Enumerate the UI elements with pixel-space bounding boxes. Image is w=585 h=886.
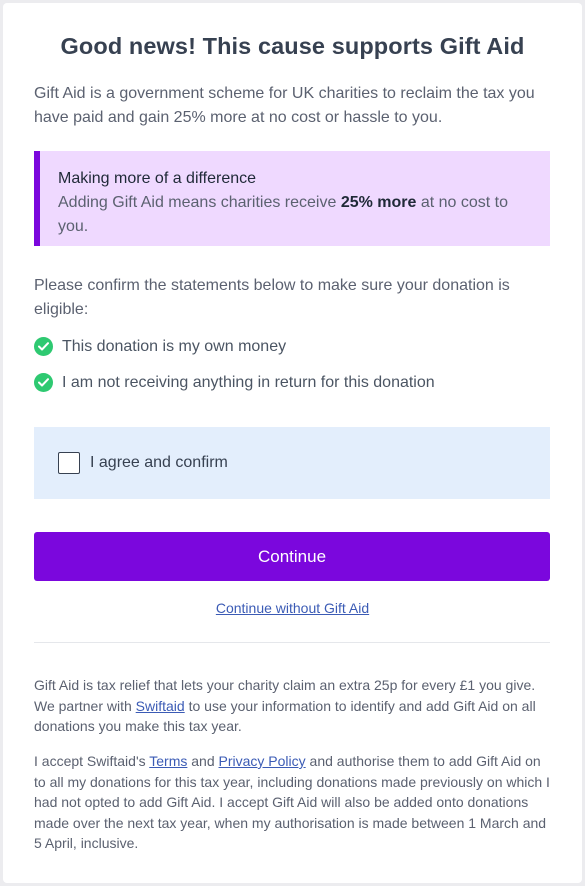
- fine-print-2-start: I accept Swiftaid's: [34, 753, 150, 769]
- continue-without-gift-aid-link[interactable]: Continue without Gift Aid: [3, 600, 582, 616]
- agree-checkbox[interactable]: [58, 452, 80, 474]
- gift-aid-card: Good news! This cause supports Gift Aid …: [3, 3, 582, 883]
- callout-body: Adding Gift Aid means charities receive …: [58, 191, 530, 239]
- terms-link[interactable]: Terms: [149, 753, 187, 769]
- authorisation-text: I accept Swiftaid's Terms and Privacy Po…: [34, 751, 550, 854]
- swiftaid-link[interactable]: Swiftaid: [136, 698, 185, 714]
- statement-text: I am not receiving anything in return fo…: [62, 373, 435, 391]
- statement-item: This donation is my own money: [34, 337, 286, 356]
- gift-aid-explanation: Gift Aid is tax relief that lets your ch…: [34, 675, 550, 737]
- check-circle-icon: [34, 373, 53, 392]
- check-circle-icon: [34, 337, 53, 356]
- callout-body-highlight: 25% more: [340, 194, 417, 211]
- divider: [34, 642, 550, 643]
- statement-text: This donation is my own money: [62, 337, 287, 355]
- page-title: Good news! This cause supports Gift Aid: [60, 33, 525, 59]
- agree-section: I agree and confirm: [34, 427, 550, 499]
- confirm-instructions: Please confirm the statements below to m…: [34, 277, 510, 318]
- intro-text: Gift Aid is a government scheme for UK c…: [34, 85, 535, 126]
- continue-button[interactable]: Continue: [34, 532, 550, 581]
- callout-box: Making more of a difference Adding Gift …: [34, 151, 550, 246]
- privacy-policy-link[interactable]: Privacy Policy: [219, 753, 306, 769]
- callout-body-start: Adding Gift Aid means charities receive: [58, 194, 341, 211]
- callout-title: Making more of a difference: [58, 170, 257, 187]
- fine-print-2-and: and: [187, 753, 219, 769]
- statement-item: I am not receiving anything in return fo…: [34, 373, 435, 392]
- agree-label[interactable]: I agree and confirm: [90, 454, 228, 472]
